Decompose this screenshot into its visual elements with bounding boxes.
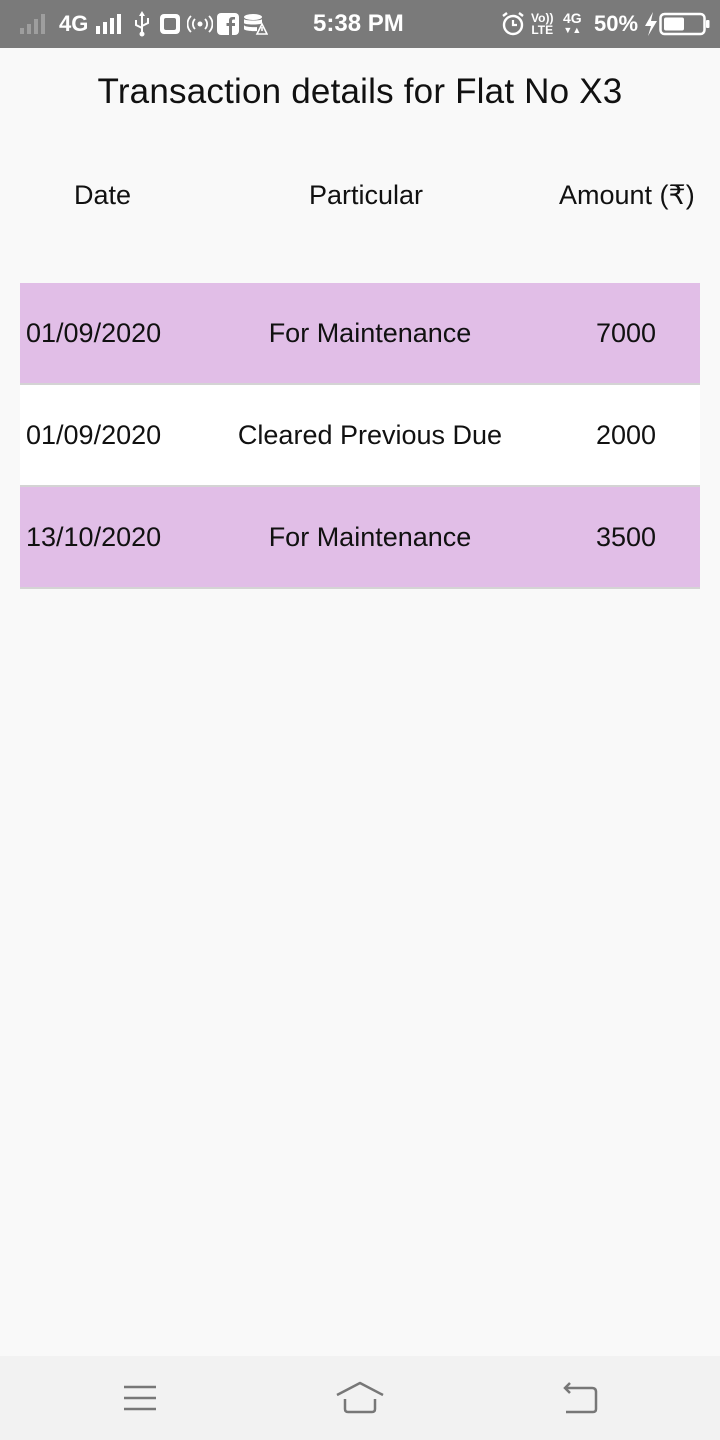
usb-icon xyxy=(132,0,152,48)
facebook-icon xyxy=(216,0,240,48)
status-time: 5:38 PM xyxy=(313,10,404,37)
row-date: 01/09/2020 xyxy=(26,419,162,450)
network2-indicator: 4G ▼▲ xyxy=(563,0,582,48)
signal-strong-icon xyxy=(94,0,124,48)
back-icon xyxy=(563,1382,598,1414)
header-amount: Amount (₹) xyxy=(559,180,695,210)
status-bar: 4G 5:38 PM Vo)) LTE 4G ▼▲ 50% xyxy=(0,0,720,48)
row-date: 01/09/2020 xyxy=(26,317,162,348)
table-header: Date Particular Amount (₹) xyxy=(0,180,720,224)
back-button[interactable] xyxy=(550,1374,610,1422)
battery-icon xyxy=(659,0,711,48)
home-button[interactable] xyxy=(330,1374,390,1422)
alarm-icon xyxy=(500,0,526,48)
lte-label: LTE xyxy=(531,23,554,37)
row-date: 13/10/2020 xyxy=(26,521,162,552)
page-title: Transaction details for Flat No X3 xyxy=(97,72,623,111)
header-date: Date xyxy=(74,180,132,210)
hotspot-icon xyxy=(187,0,213,48)
signal-weak-icon xyxy=(18,0,48,48)
transaction-list: 01/09/2020 For Maintenance 7000 01/09/20… xyxy=(20,283,700,589)
row-particular: Cleared Previous Due xyxy=(237,419,503,450)
table-row[interactable]: 13/10/2020 For Maintenance 3500 xyxy=(20,487,700,589)
row-amount: 7000 xyxy=(596,317,657,348)
table-row[interactable]: 01/09/2020 For Maintenance 7000 xyxy=(20,283,700,385)
row-amount: 3500 xyxy=(596,521,657,552)
row-particular: For Maintenance xyxy=(268,521,472,552)
charging-icon xyxy=(643,0,659,48)
menu-button[interactable] xyxy=(110,1374,170,1422)
database-icon xyxy=(242,0,268,48)
row-particular: For Maintenance xyxy=(268,317,472,348)
row-amount: 2000 xyxy=(596,419,657,450)
navigation-bar xyxy=(0,1356,720,1440)
table-row[interactable]: 01/09/2020 Cleared Previous Due 2000 xyxy=(20,385,700,487)
data-arrows-icon: ▼▲ xyxy=(563,25,582,35)
volte-indicator: Vo)) LTE xyxy=(531,0,553,48)
menu-icon xyxy=(124,1385,156,1411)
network2-label: 4G xyxy=(563,10,582,26)
header-particular: Particular xyxy=(309,180,424,210)
battery-percent: 50% xyxy=(594,11,639,36)
home-icon xyxy=(336,1381,384,1414)
network-type: 4G xyxy=(59,11,89,36)
photo-icon xyxy=(158,0,182,48)
